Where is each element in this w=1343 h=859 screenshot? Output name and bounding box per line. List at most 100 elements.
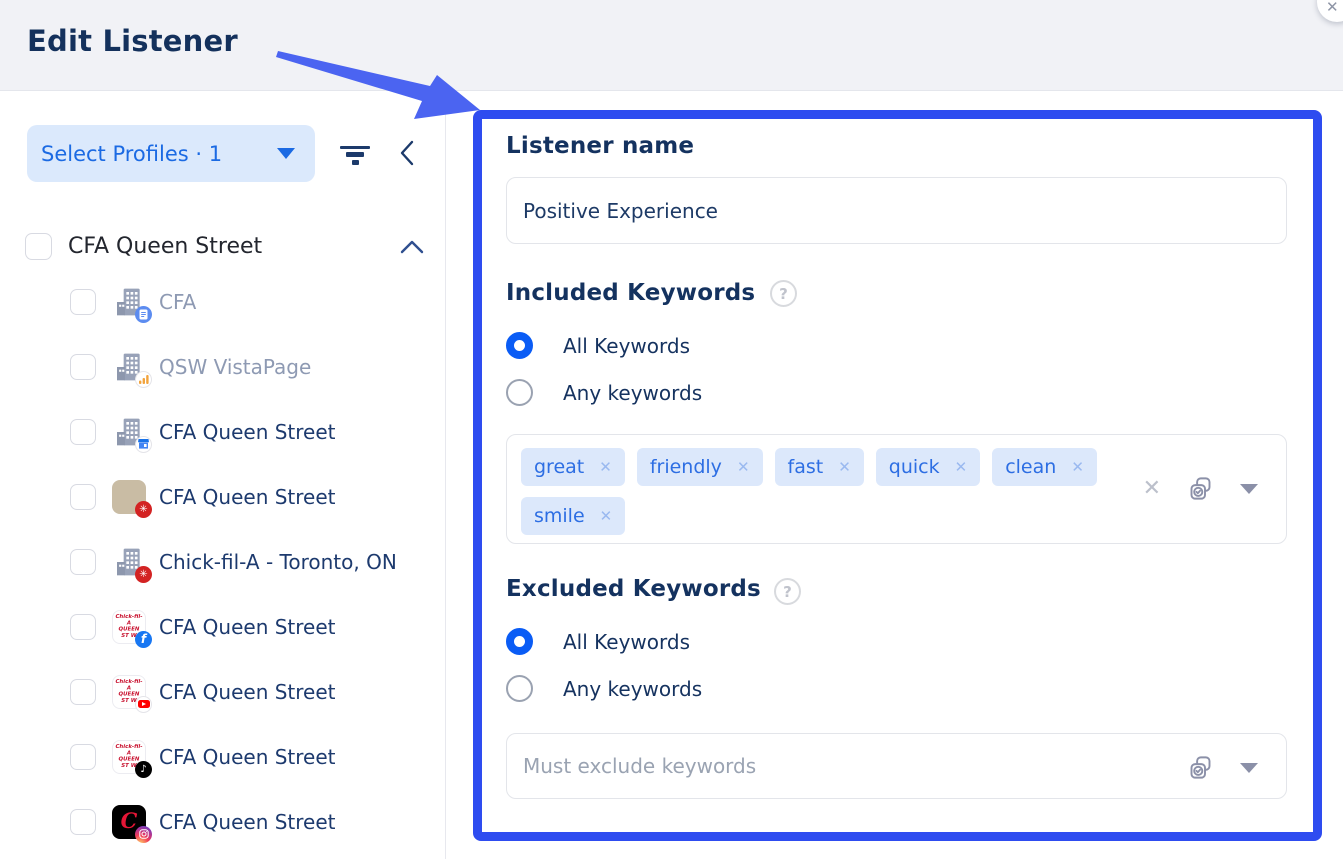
- yelp-badge-icon: ✳: [135, 566, 152, 583]
- included-any-keywords-option: Any keywords: [506, 379, 702, 406]
- profile-checkbox[interactable]: [70, 679, 96, 705]
- remove-keyword-icon[interactable]: ✕: [838, 458, 851, 476]
- analytics-badge-icon: [135, 371, 152, 388]
- radio-label: All Keywords: [563, 334, 690, 358]
- building-avatar: ✳: [112, 545, 146, 579]
- remove-keyword-icon[interactable]: ✕: [1071, 458, 1084, 476]
- chevron-down-icon: [277, 148, 295, 159]
- listing-badge-icon: [135, 306, 152, 323]
- remove-keyword-icon[interactable]: ✕: [955, 458, 968, 476]
- radio-selected-icon[interactable]: [506, 332, 533, 359]
- building-avatar: [112, 350, 146, 384]
- excluded-any-keywords-option: Any keywords: [506, 675, 702, 702]
- radio-unselected-icon[interactable]: [506, 675, 533, 702]
- profile-checkbox[interactable]: [70, 809, 96, 835]
- included-all-keywords-option: All Keywords: [506, 332, 690, 359]
- profiles-sidebar: Select Profiles · 1 CFA Queen Street CFA: [0, 92, 446, 859]
- excluded-all-keywords-option: All Keywords: [506, 628, 690, 655]
- youtube-badge-icon: [135, 696, 152, 713]
- highlighted-form-region: Listener name Included Keywords ? All Ke…: [473, 110, 1322, 841]
- building-avatar: [112, 415, 146, 449]
- profile-label: CFA Queen Street: [159, 810, 336, 834]
- included-keywords-title: Included Keywords: [506, 280, 755, 306]
- page-header: Edit Listener: [0, 0, 1343, 91]
- listener-name-input[interactable]: [506, 177, 1287, 244]
- keyword-chip: great✕: [521, 448, 625, 486]
- excluded-box-actions: [1187, 754, 1258, 781]
- help-icon[interactable]: ?: [774, 578, 801, 605]
- profile-label: CFA Queen Street: [159, 485, 336, 509]
- brand-logo-avatar: Chick-fil-AQUEEN ST W f: [112, 610, 146, 644]
- list-item: QSW VistaPage: [0, 334, 446, 399]
- close-icon: ✕: [1326, 0, 1339, 16]
- profile-checkbox[interactable]: [70, 354, 96, 380]
- photo-avatar: ✳: [112, 480, 146, 514]
- profile-label: QSW VistaPage: [159, 355, 311, 379]
- profile-label: CFA Queen Street: [159, 420, 336, 444]
- profile-checkbox[interactable]: [70, 744, 96, 770]
- facebook-badge-icon: f: [135, 631, 152, 648]
- help-icon[interactable]: ?: [770, 280, 797, 307]
- collapse-sidebar-button[interactable]: [398, 138, 416, 171]
- list-item: CFA Queen Street: [0, 399, 446, 464]
- profile-group-row: CFA Queen Street: [0, 232, 446, 266]
- list-item: C CFA Queen Street: [0, 789, 446, 854]
- list-item: CFA: [0, 269, 446, 334]
- profile-label: CFA Queen Street: [159, 615, 336, 639]
- list-item: Chick-fil-AQUEEN ST W ♪ CFA Queen Street: [0, 724, 446, 789]
- keyword-chip: clean✕: [992, 448, 1097, 486]
- keyword-chip: smile✕: [521, 497, 625, 535]
- google-business-badge-icon: [135, 436, 152, 453]
- radio-selected-icon[interactable]: [506, 628, 533, 655]
- profile-checkbox[interactable]: [70, 484, 96, 510]
- profile-checkbox[interactable]: [70, 289, 96, 315]
- keyword-chip: quick✕: [876, 448, 980, 486]
- listener-name-label: Listener name: [506, 133, 694, 159]
- keyword-chip-list: great✕ friendly✕ fast✕ quick✕ clean✕ smi…: [521, 448, 1121, 535]
- list-item: ✳ Chick-fil-A - Toronto, ON: [0, 529, 446, 594]
- keyword-box-actions: ✕: [1143, 475, 1258, 502]
- annotation-arrow-icon: [258, 40, 490, 124]
- list-item: ✳ CFA Queen Street: [0, 464, 446, 529]
- copy-check-icon[interactable]: [1187, 754, 1214, 781]
- profile-label: Chick-fil-A - Toronto, ON: [159, 550, 397, 574]
- copy-check-icon[interactable]: [1187, 475, 1214, 502]
- brand-logo-avatar: C: [112, 805, 146, 839]
- remove-keyword-icon[interactable]: ✕: [737, 458, 750, 476]
- chevron-left-icon: [398, 138, 416, 168]
- profile-checkbox[interactable]: [70, 419, 96, 445]
- list-item: Chick-fil-AQUEEN ST W CFA Queen Street: [0, 659, 446, 724]
- excluded-keywords-field: [506, 733, 1287, 799]
- instagram-badge-icon: [135, 826, 152, 843]
- included-keywords-input[interactable]: great✕ friendly✕ fast✕ quick✕ clean✕ smi…: [506, 434, 1287, 544]
- radio-label: Any keywords: [563, 381, 702, 405]
- profile-checkbox[interactable]: [70, 614, 96, 640]
- remove-keyword-icon[interactable]: ✕: [599, 458, 612, 476]
- group-label: CFA Queen Street: [68, 234, 262, 259]
- profile-label: CFA Queen Street: [159, 680, 336, 704]
- yelp-badge-icon: ✳: [135, 501, 152, 518]
- filter-icon: [338, 146, 372, 165]
- select-profiles-label: Select Profiles · 1: [41, 142, 222, 166]
- radio-unselected-icon[interactable]: [506, 379, 533, 406]
- excluded-keywords-input[interactable]: [507, 734, 1286, 798]
- profile-checkbox[interactable]: [70, 549, 96, 575]
- brand-logo-avatar: Chick-fil-AQUEEN ST W ♪: [112, 740, 146, 774]
- profile-list: CFA QSW VistaPage CFA Queen Street: [0, 269, 446, 854]
- building-avatar: [112, 285, 146, 319]
- tiktok-badge-icon: ♪: [135, 761, 152, 778]
- page-title: Edit Listener: [27, 24, 238, 58]
- chevron-up-icon[interactable]: [399, 239, 425, 255]
- filter-button[interactable]: [338, 141, 372, 169]
- keyword-chip: friendly✕: [637, 448, 763, 486]
- group-checkbox[interactable]: [25, 233, 52, 260]
- clear-all-icon[interactable]: ✕: [1143, 478, 1161, 500]
- remove-keyword-icon[interactable]: ✕: [600, 507, 613, 525]
- excluded-keywords-title: Excluded Keywords: [506, 576, 761, 602]
- chevron-down-icon[interactable]: [1240, 763, 1258, 773]
- brand-logo-avatar: Chick-fil-AQUEEN ST W: [112, 675, 146, 709]
- keyword-chip: fast✕: [775, 448, 864, 486]
- select-profiles-button[interactable]: Select Profiles · 1: [27, 125, 315, 182]
- chevron-down-icon[interactable]: [1240, 484, 1258, 494]
- radio-label: All Keywords: [563, 630, 690, 654]
